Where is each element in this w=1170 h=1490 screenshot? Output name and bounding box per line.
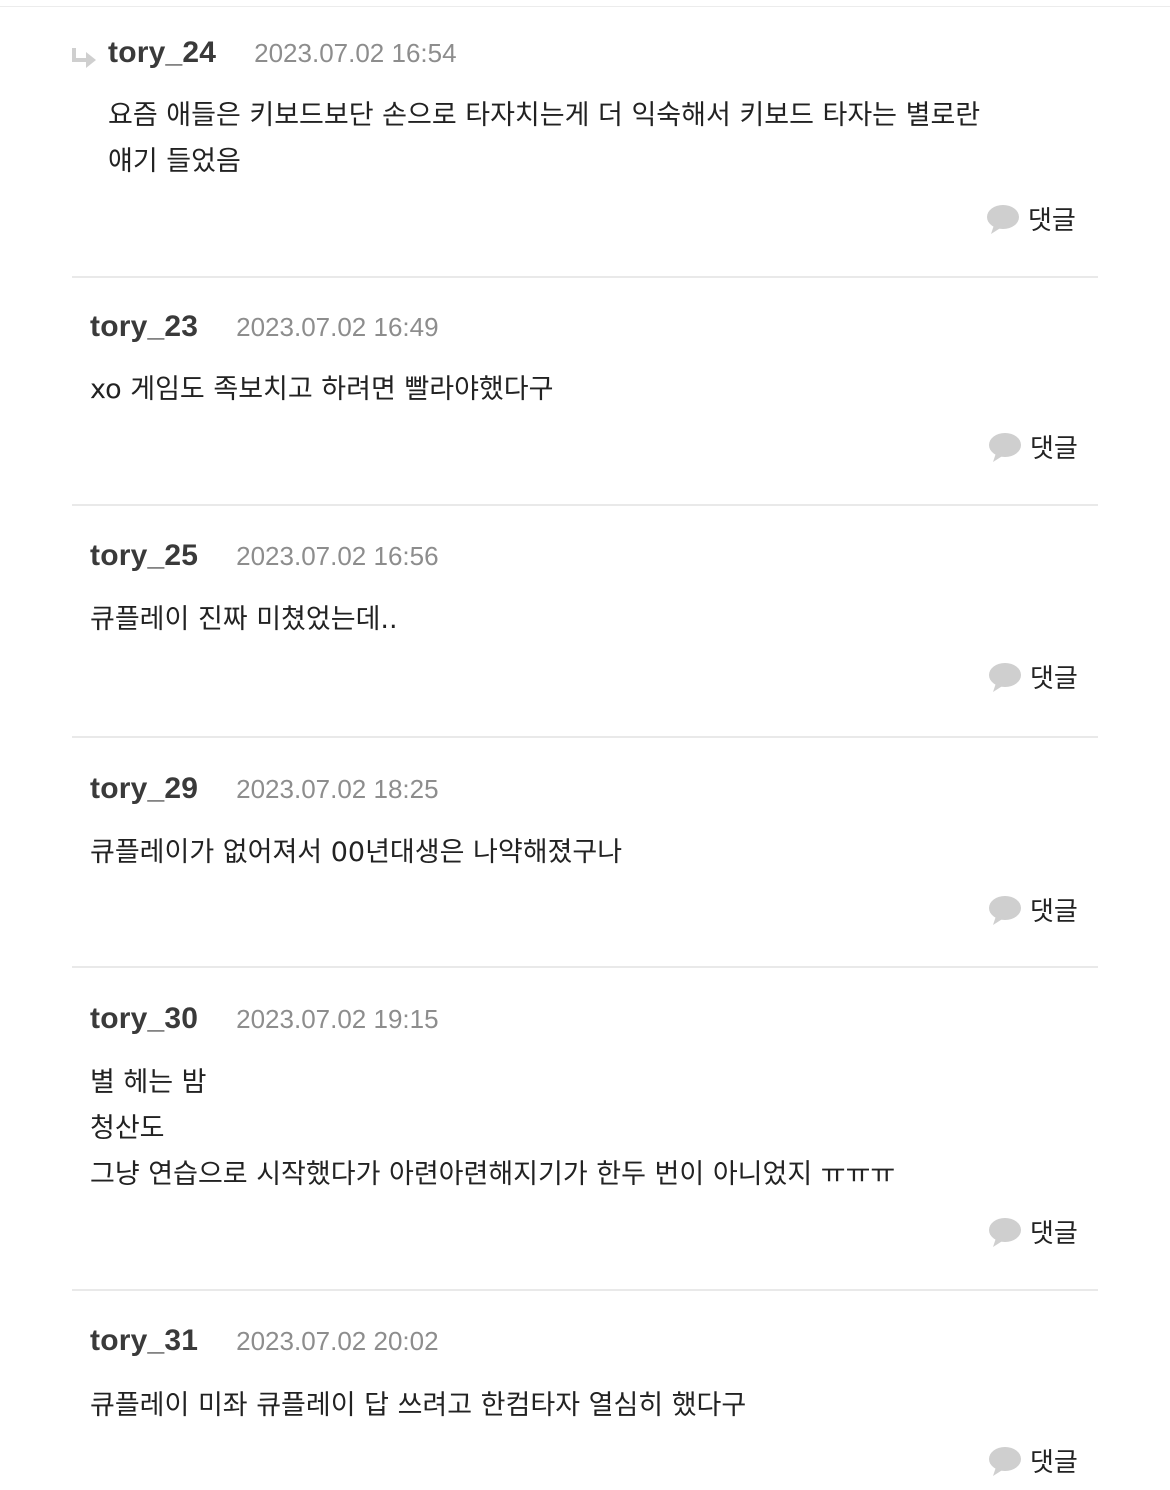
comment-date: 2023.07.02 16:56 <box>236 541 439 571</box>
comment-line: 얘기 들었음 <box>108 146 241 177</box>
comment-author[interactable]: tory_31 <box>90 1324 198 1358</box>
reply-label: 댓글 <box>1028 206 1076 236</box>
comment-body: 큐플레이 미좌 큐플레이 답 쓰려고 한컴타자 열심히 했다구 <box>90 1383 746 1429</box>
comment-divider <box>72 276 1098 278</box>
reply-arrow-icon <box>72 48 96 68</box>
comment-line: 요즘 애들은 키보드보단 손으로 타자치는게 더 익숙해서 키보드 타자는 별로… <box>108 100 981 131</box>
comment-divider <box>72 1289 1098 1291</box>
comment-body: 큐플레이가 없어져서 00년대생은 나약해졌구나 <box>90 830 622 876</box>
comment-line: xo 게임도 족보치고 하려면 빨라야했다구 <box>90 374 554 405</box>
reply-label: 댓글 <box>1030 1448 1078 1478</box>
speech-bubble-icon <box>989 1446 1021 1476</box>
comment-date: 2023.07.02 19:15 <box>236 1004 439 1034</box>
comment-author[interactable]: tory_25 <box>90 539 198 573</box>
reply-label: 댓글 <box>1030 434 1078 464</box>
comment-author[interactable]: tory_30 <box>90 1002 198 1036</box>
comment-line: 큐플레이 진짜 미쳤었는데.. <box>90 604 398 635</box>
comment-body: 별 헤는 밤 청산도 그냥 연습으로 시작했다가 아련아련해지기가 한두 번이 … <box>90 1060 895 1198</box>
reply-button[interactable]: 댓글 <box>988 428 1078 465</box>
comment-line: 큐플레이 미좌 큐플레이 답 쓰려고 한컴타자 열심히 했다구 <box>90 1390 747 1421</box>
comment-line: 그냥 연습으로 시작했다가 아련아련해지기가 한두 번이 아니었지 ㅠㅠㅠ <box>90 1159 896 1190</box>
reply-label: 댓글 <box>1030 897 1078 927</box>
reply-button[interactable]: 댓글 <box>988 891 1078 928</box>
comment-date: 2023.07.02 18:25 <box>236 774 439 804</box>
comment-meta: tory_24 2023.07.02 16:54 <box>108 36 457 70</box>
comment-author[interactable]: tory_24 <box>108 36 216 70</box>
comment-line: 청산도 <box>90 1113 165 1144</box>
speech-bubble-icon <box>989 1217 1021 1247</box>
speech-bubble-icon <box>989 895 1021 925</box>
reply-button[interactable]: 댓글 <box>988 1213 1078 1250</box>
comment-line: 큐플레이가 없어져서 00년대생은 나약해졌구나 <box>90 837 623 868</box>
comment-meta: tory_23 2023.07.02 16:49 <box>90 310 439 344</box>
comment-date: 2023.07.02 16:54 <box>254 38 457 68</box>
comment-body: xo 게임도 족보치고 하려면 빨라야했다구 <box>90 367 553 413</box>
comment-author[interactable]: tory_29 <box>90 772 198 806</box>
speech-bubble-icon <box>989 662 1021 692</box>
reply-button[interactable]: 댓글 <box>988 658 1078 695</box>
reply-label: 댓글 <box>1030 664 1078 694</box>
comment-meta: tory_31 2023.07.02 20:02 <box>90 1324 439 1358</box>
comment-meta: tory_30 2023.07.02 19:15 <box>90 1002 439 1036</box>
comment-date: 2023.07.02 16:49 <box>236 312 439 342</box>
comment-meta: tory_29 2023.07.02 18:25 <box>90 772 439 806</box>
top-divider <box>0 6 1170 7</box>
comment-author[interactable]: tory_23 <box>90 310 198 344</box>
reply-button[interactable]: 댓글 <box>988 1442 1078 1479</box>
reply-button[interactable]: 댓글 <box>986 200 1076 237</box>
comment-divider <box>72 504 1098 506</box>
comment-line: 별 헤는 밤 <box>90 1067 207 1098</box>
comment-date: 2023.07.02 20:02 <box>236 1326 439 1356</box>
comment-divider <box>72 736 1098 738</box>
comment-meta: tory_25 2023.07.02 16:56 <box>90 539 439 573</box>
comment-body: 요즘 애들은 키보드보단 손으로 타자치는게 더 익숙해서 키보드 타자는 별로… <box>108 93 980 185</box>
comment-divider <box>72 966 1098 968</box>
speech-bubble-icon <box>987 204 1019 234</box>
comment-body: 큐플레이 진짜 미쳤었는데.. <box>90 597 398 643</box>
reply-label: 댓글 <box>1030 1219 1078 1249</box>
speech-bubble-icon <box>989 432 1021 462</box>
